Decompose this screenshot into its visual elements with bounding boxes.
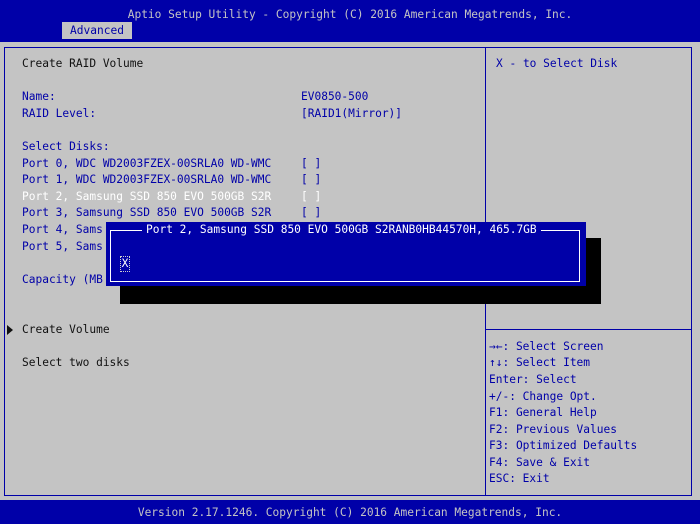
help-key-select-screen: →←: Select Screen	[489, 340, 604, 353]
create-volume-item[interactable]: Create Volume	[22, 322, 110, 339]
item-help-text: X - to Select Disk	[496, 57, 618, 70]
popup-title: Port 2, Samsung SSD 850 EVO 500GB S2RANB…	[142, 222, 541, 239]
raid-level-value[interactable]: [RAID1(Mirror)]	[301, 106, 402, 123]
help-key-f1: F1: General Help	[489, 406, 597, 419]
version-text: Version 2.17.1246. Copyright (C) 2016 Am…	[137, 506, 563, 519]
popup-input[interactable]: X	[120, 256, 130, 272]
port-4-label[interactable]: Port 4, Sams	[22, 222, 103, 239]
port-2-label[interactable]: Port 2, Samsung SSD 850 EVO 500GB S2R	[22, 189, 271, 206]
help-key-change-opt: +/-: Change Opt.	[489, 390, 597, 403]
port-1-label[interactable]: Port 1, WDC WD2003FZEX-00SRLA0 WD-WMC	[22, 172, 271, 189]
title-bar: Aptio Setup Utility - Copyright (C) 2016…	[0, 0, 700, 42]
help-key-enter: Enter: Select	[489, 373, 577, 386]
port-1-checkbox[interactable]: [ ]	[301, 172, 321, 189]
help-key-f3: F3: Optimized Defaults	[489, 439, 638, 452]
tab-advanced[interactable]: Advanced	[62, 22, 132, 39]
capacity-label[interactable]: Capacity (MB	[22, 272, 103, 289]
name-value[interactable]: EV0850-500	[301, 89, 368, 106]
port-0-label[interactable]: Port 0, WDC WD2003FZEX-00SRLA0 WD-WMC	[22, 156, 271, 173]
select-disks-label: Select Disks:	[22, 140, 110, 153]
page-heading: Create RAID Volume	[22, 57, 144, 70]
help-divider	[486, 329, 692, 330]
port-3-checkbox[interactable]: [ ]	[301, 205, 321, 222]
hint-text: Select two disks	[22, 356, 130, 369]
help-key-esc: ESC: Exit	[489, 472, 550, 485]
help-key-f4: F4: Save & Exit	[489, 456, 591, 469]
port-5-label[interactable]: Port 5, Sams	[22, 239, 103, 256]
raid-level-label: RAID Level:	[22, 107, 97, 120]
footer-bar: Version 2.17.1246. Copyright (C) 2016 Am…	[0, 500, 700, 524]
help-key-select-item: ↑↓: Select Item	[489, 356, 591, 369]
port-2-checkbox[interactable]: [ ]	[301, 189, 321, 206]
help-key-f2: F2: Previous Values	[489, 423, 617, 436]
submenu-arrow-icon	[7, 325, 13, 335]
name-label: Name:	[22, 90, 56, 103]
port-0-checkbox[interactable]: [ ]	[301, 156, 321, 173]
port-3-label[interactable]: Port 3, Samsung SSD 850 EVO 500GB S2R	[22, 205, 271, 222]
disk-select-popup: Port 2, Samsung SSD 850 EVO 500GB S2RANB…	[106, 222, 586, 286]
